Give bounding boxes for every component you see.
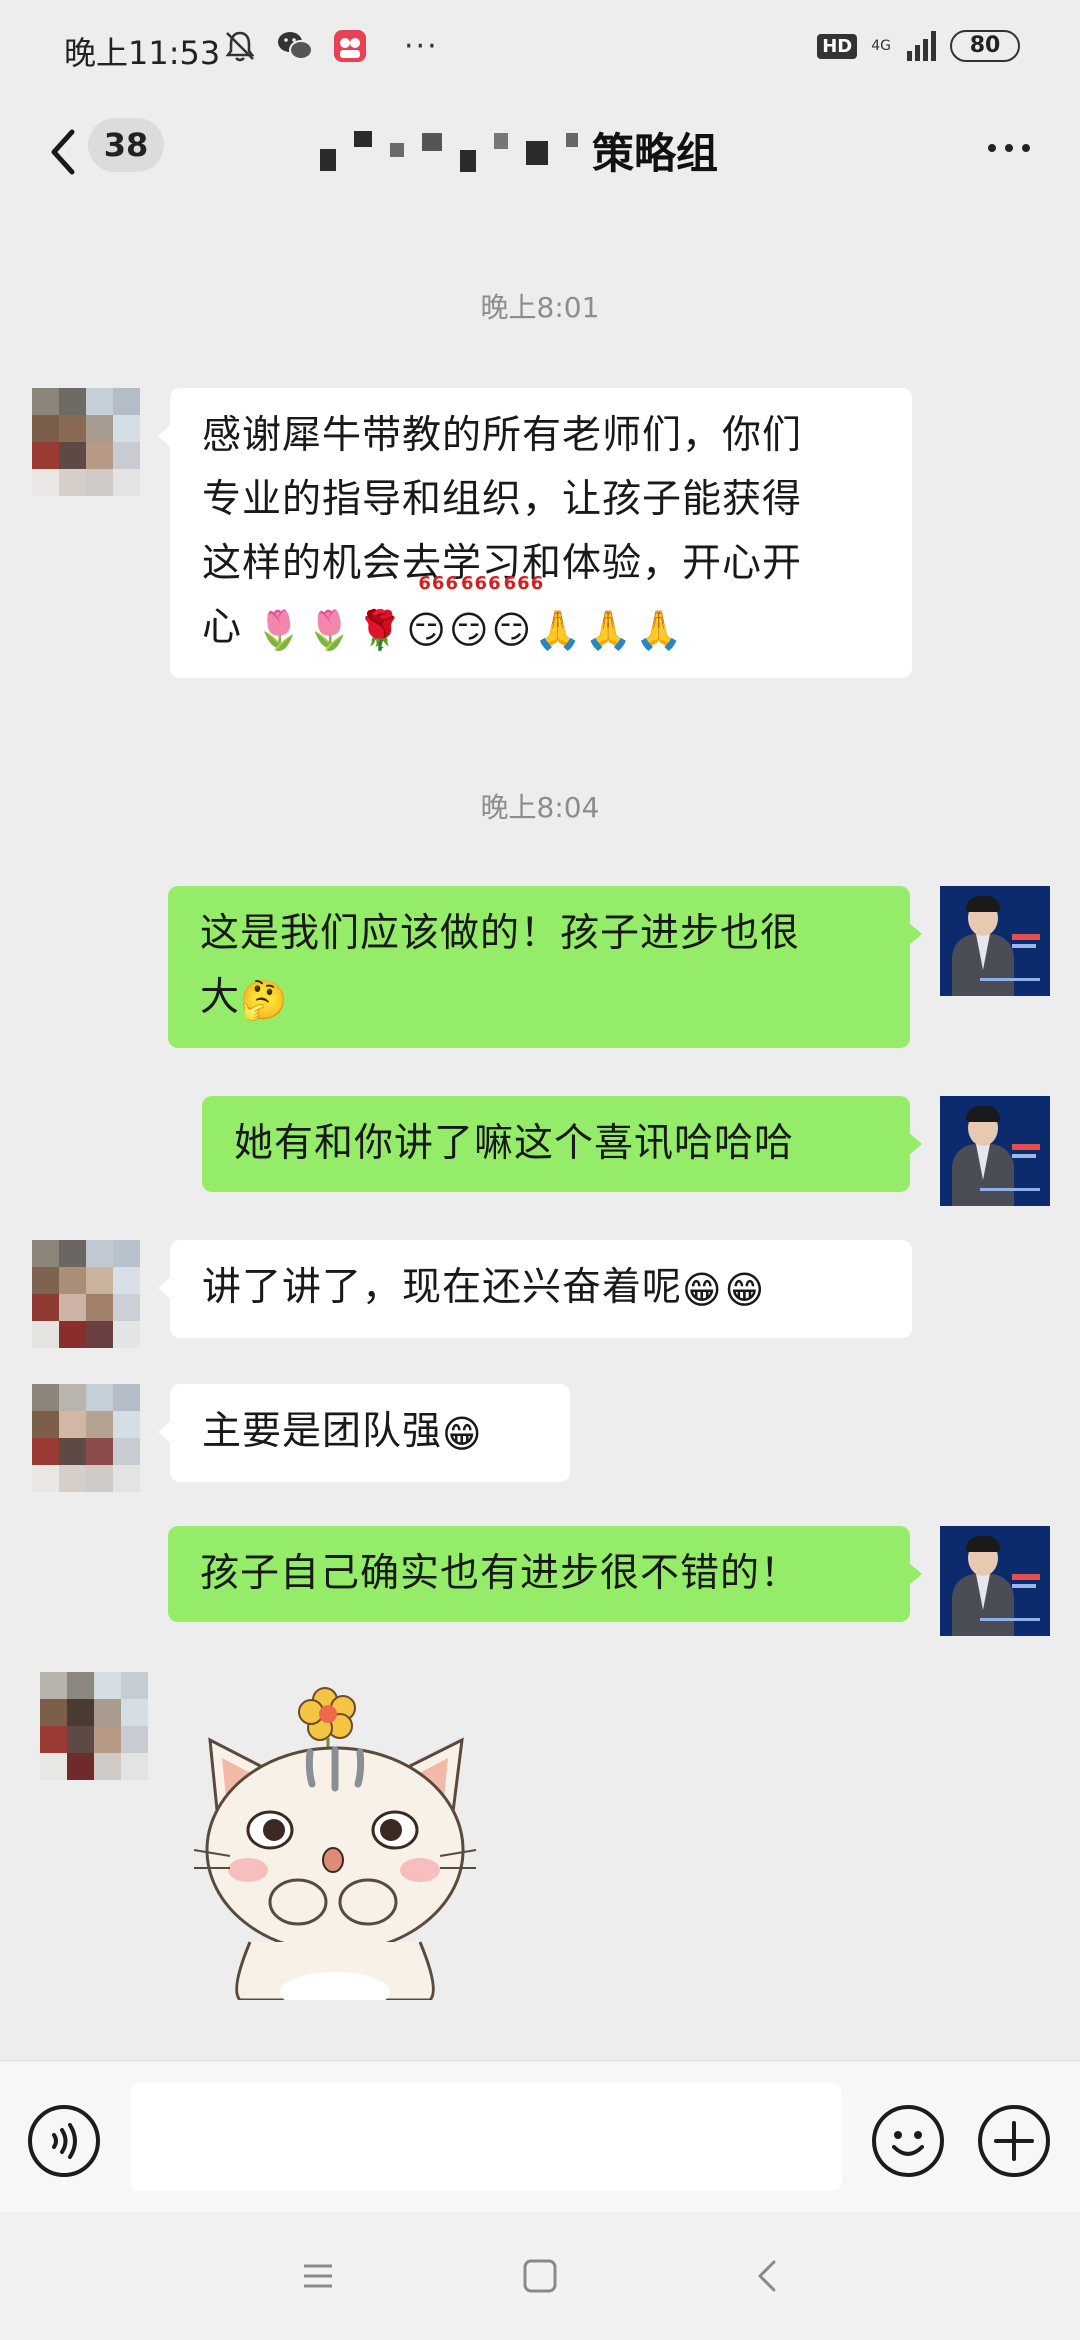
emoji-666-label: 666 [461,572,502,594]
message-line: 主要是团队强 [202,1409,443,1454]
message-line: 这是我们应该做的！孩子进步也很 [200,911,801,956]
chevron-left-icon[interactable] [40,122,90,182]
title-redaction-mosaic [320,128,578,172]
timestamp: 晚上8:01 [480,291,600,324]
666-emoji-icon: 😏 666 [491,572,545,652]
message-line: 心 [202,605,243,650]
tulip-emoji-icon: 🌷 [305,607,355,652]
pray-emoji-icon: 🙏 [634,607,684,652]
grin-emoji-icon: 😁 [442,1411,483,1456]
back-triangle-icon[interactable] [748,2256,788,2296]
emoji-row: 😁 😁 [682,1258,765,1322]
message-input[interactable] [130,2083,842,2191]
message-bubble[interactable]: 孩子自己确实也有进步很不错的！ [168,1526,922,1622]
menu-icon[interactable] [298,2256,338,2296]
avatar[interactable] [32,1384,140,1492]
emoji-icon[interactable] [872,2105,944,2177]
self-avatar[interactable] [940,886,1050,996]
message-bubble[interactable]: 主要是团队强😁 [158,1384,570,1482]
message-line: 大 [200,975,241,1020]
666-emoji-icon: 😏 666 [406,572,459,652]
message-bubble[interactable]: 感谢犀牛带教的所有老师们，你们 专业的指导和组织，让孩子能获得 这样的机会去学习… [158,388,912,678]
plus-icon[interactable] [978,2105,1050,2177]
message-line: 她有和你讲了嘛这个喜讯哈哈哈 [234,1121,795,1166]
666-emoji-icon: 😏 666 [449,572,502,652]
voice-icon[interactable] [28,2105,100,2177]
grin-emoji-icon: 😁 [724,1267,766,1312]
timestamp: 晚上8:04 [480,791,600,824]
pray-emoji-icon: 🙏 [534,607,583,652]
tulip-emoji-icon: 🌷 [255,607,304,652]
emoji-row: 🌷 🌷 🌹 😏 666 😏 666 😏 666 🙏 🙏 🙏 [255,572,684,662]
more-dots-icon[interactable] [988,128,1030,168]
message-line: 孩子自己确实也有进步很不错的！ [200,1551,801,1596]
wechat-icon [278,32,313,60]
status-time: 晚上11:53 [64,34,221,72]
avatar[interactable] [32,1240,140,1348]
cat-sticker[interactable] [190,1680,480,2000]
avatar[interactable] [32,388,140,496]
rose-emoji-icon: 🌹 [356,607,405,652]
more-notifications-icon: ··· [404,28,439,64]
input-bar [0,2060,1080,2212]
chat-title: 策略组 [320,120,718,180]
grin-emoji-icon: 😁 [682,1267,723,1312]
status-bar: 晚上11:53 ··· HD 4G 80 [0,0,1080,100]
emoji-666-label: 666 [503,572,545,594]
emoji-666-label: 666 [418,572,459,594]
bell-muted-icon [225,31,255,62]
self-avatar[interactable] [940,1526,1050,1636]
system-status: HD 4G 80 [817,30,1020,62]
flower-icon [298,1687,356,1754]
message-bubble[interactable]: 讲了讲了，现在还兴奋着呢 😁 😁 [158,1240,912,1338]
thinking-emoji-icon: 🤔 [240,977,289,1022]
video-app-icon [334,30,366,62]
chat-title-text: 策略组 [592,128,719,178]
battery-icon: 80 [950,30,1020,62]
avatar[interactable] [40,1672,148,1780]
message-bubble[interactable]: 她有和你讲了嘛这个喜讯哈哈哈 [202,1096,922,1192]
message-line: 讲了讲了，现在还兴奋着呢 [202,1265,683,1310]
message-bubble[interactable]: 这是我们应该做的！孩子进步也很 大🤔 [168,886,922,1048]
signal-icon [907,31,936,61]
self-avatar[interactable] [940,1096,1050,1206]
unread-count-badge[interactable]: 38 [88,118,164,172]
home-square-icon[interactable] [520,2256,560,2296]
message-line: 专业的指导和组织，让孩子能获得 [202,477,803,522]
message-line: 感谢犀牛带教的所有老师们，你们 [202,413,803,458]
system-navigation-bar [0,2212,1080,2340]
hd-badge: HD [817,33,858,59]
notification-icons: ··· [222,28,439,64]
pray-emoji-icon: 🙏 [584,607,633,652]
chat-header: 38 策略组 [0,100,1080,210]
network-label: 4G [871,38,891,54]
